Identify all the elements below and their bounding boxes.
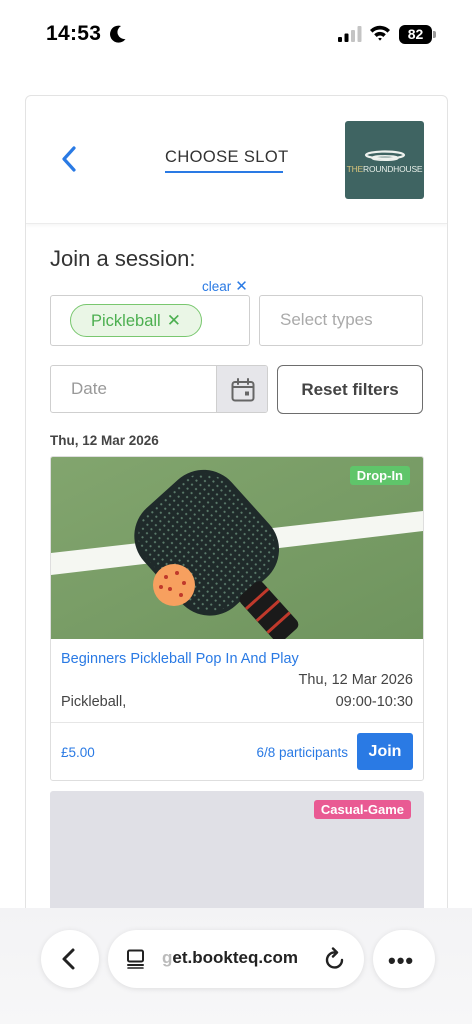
more-icon: ••• [388,948,415,973]
chip-label: Pickleball [91,312,161,330]
card-header: CHOOSE SLOT THEROUNDHOUSE [26,96,447,224]
day-label: Thu, 12 Mar 2026 [50,433,159,448]
session-time: 09:00-10:30 [335,694,413,710]
divider [51,722,423,723]
pickleball-chip[interactable]: Pickleball ✕ [70,304,202,337]
reset-filters-button[interactable]: Reset filters [277,365,423,414]
wifi-icon [370,25,390,41]
signal-icon [338,26,362,42]
join-button[interactable]: Join [357,733,413,770]
url-text: get.bookteq.com [162,948,299,967]
date-input[interactable]: Date [50,365,268,413]
date-picker-button[interactable] [216,366,267,412]
session-date: Thu, 12 Mar 2026 [298,672,413,688]
session-participants: 6/8 participants [256,745,348,760]
select-types-dropdown[interactable]: Select types [259,295,423,346]
join-session-heading: Join a session: [50,246,196,271]
status-bar: 14:53 82 [0,0,472,70]
logo-arc-icon [364,150,406,162]
more-options-button[interactable]: ••• [373,930,435,988]
address-bar[interactable]: get.bookteq.com [108,930,364,988]
reload-icon[interactable] [324,947,346,971]
page-title: CHOOSE SLOT [165,148,289,166]
roundhouse-logo: THEROUNDHOUSE [345,121,424,199]
drop-in-badge: Drop-In [349,466,410,485]
moon-icon [110,25,126,43]
calendar-icon [231,378,255,402]
date-placeholder: Date [71,379,107,398]
browser-toolbar: get.bookteq.com ••• [0,908,472,1024]
battery-icon: 82 [399,25,436,44]
clear-filter-link[interactable]: clear ✕ [202,277,248,295]
session-type: Pickleball, [61,694,127,710]
selected-types-field[interactable]: Pickleball ✕ [50,295,250,346]
chip-remove-icon[interactable]: ✕ [167,311,181,330]
session-price: £5.00 [61,745,95,760]
logo-text: THEROUNDHOUSE [346,164,423,174]
title-underline [165,171,283,173]
close-icon[interactable]: ✕ [235,277,248,295]
booking-card: CHOOSE SLOT THEROUNDHOUSE Join a session… [25,95,448,935]
chevron-left-icon [62,948,75,970]
session-card[interactable]: Drop-In Beginners Pickleball Pop In And … [50,456,424,781]
chevron-left-icon[interactable] [59,144,79,174]
status-time: 14:53 [46,22,102,45]
session-title-link[interactable]: Beginners Pickleball Pop In And Play [61,651,299,667]
casual-game-badge: Casual-Game [313,800,411,819]
tabs-icon[interactable] [126,949,146,969]
browser-back-button[interactable] [41,930,99,988]
